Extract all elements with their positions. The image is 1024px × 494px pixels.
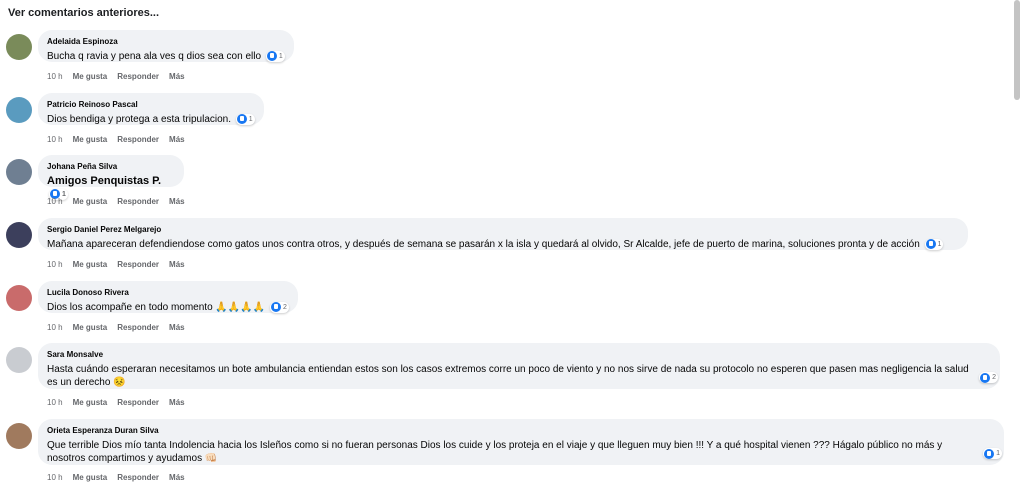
comment-bubble: Sara Monsalve Hasta cuándo esperaran nec…	[38, 343, 1000, 389]
like-button[interactable]: Me gusta	[73, 398, 108, 407]
like-button[interactable]: Me gusta	[73, 260, 108, 269]
like-button[interactable]: Me gusta	[73, 323, 108, 332]
like-icon	[271, 302, 282, 313]
comment-author[interactable]: Patricio Reinoso Pascal	[47, 100, 255, 110]
avatar[interactable]	[6, 97, 32, 123]
avatar[interactable]	[6, 159, 32, 185]
comment-bubble: Sergio Daniel Perez Melgarejo Mañana apa…	[38, 218, 968, 250]
reply-button[interactable]: Responder	[117, 473, 159, 482]
more-button[interactable]: Más	[169, 323, 185, 332]
comment-text: Hasta cuándo esperaran necesitamos un bo…	[47, 364, 969, 388]
comment-bubble: Patricio Reinoso Pascal Dios bendiga y p…	[38, 93, 264, 125]
reaction-count: 1	[996, 450, 1000, 457]
like-button[interactable]: Me gusta	[73, 135, 108, 144]
reaction-badge[interactable]: 1	[235, 113, 255, 125]
comment-actions: 10 h Me gusta Responder Más	[47, 398, 185, 407]
avatar[interactable]	[6, 423, 32, 449]
comment-actions: 10 h Me gusta Responder Más	[47, 197, 185, 206]
scrollbar[interactable]	[1014, 0, 1020, 100]
like-button[interactable]: Me gusta	[73, 197, 108, 206]
reply-button[interactable]: Responder	[117, 135, 159, 144]
comment-text: Mañana apareceran defendiendose como gat…	[47, 238, 944, 250]
comment-time[interactable]: 10 h	[47, 135, 63, 144]
comment-text: Bucha q ravia y pena ala ves q dios sea …	[47, 50, 285, 62]
like-icon	[925, 239, 936, 250]
more-button[interactable]: Más	[169, 72, 185, 81]
reaction-badge[interactable]: 1	[265, 50, 285, 62]
comment-actions: 10 h Me gusta Responder Más	[47, 72, 185, 81]
comment-bubble: Lucila Donoso Rivera Dios los acompañe e…	[38, 281, 298, 313]
like-icon	[266, 51, 277, 62]
avatar[interactable]	[6, 34, 32, 60]
reaction-badge[interactable]: 1	[924, 238, 944, 250]
comment-bubble: Johana Peña Silva Amigos Penquistas P. 1	[38, 155, 184, 200]
view-more-comments-link[interactable]: Ver comentarios anteriores...	[8, 7, 159, 19]
comment-time[interactable]: 10 h	[47, 72, 63, 81]
reaction-badge[interactable]: 1	[983, 448, 1002, 459]
reaction-count: 1	[278, 52, 283, 60]
comment-text: Que terrible Dios mío tanta Indolencia h…	[47, 440, 943, 464]
more-button[interactable]: Más	[169, 398, 185, 407]
reaction-count: 2	[283, 303, 287, 311]
comment-author[interactable]: Adelaida Espinoza	[47, 37, 285, 47]
avatar[interactable]	[6, 222, 32, 248]
reaction-badge[interactable]: 2	[979, 372, 998, 383]
more-button[interactable]: Más	[169, 473, 185, 482]
like-button[interactable]: Me gusta	[73, 72, 108, 81]
comment-actions: 10 h Me gusta Responder Más	[47, 260, 185, 269]
comment-time[interactable]: 10 h	[47, 260, 63, 269]
comment-time[interactable]: 10 h	[47, 473, 63, 482]
like-button[interactable]: Me gusta	[73, 473, 108, 482]
reply-button[interactable]: Responder	[117, 323, 159, 332]
comment-author[interactable]: Sergio Daniel Perez Melgarejo	[47, 225, 959, 235]
comment-text: Dios bendiga y protega a esta tripulacio…	[47, 113, 255, 125]
comment-time[interactable]: 10 h	[47, 323, 63, 332]
reaction-count: 1	[248, 115, 253, 123]
reaction-count: 2	[992, 374, 996, 381]
comment-author[interactable]: Johana Peña Silva	[47, 162, 175, 172]
comment-author[interactable]: Lucila Donoso Rivera	[47, 288, 289, 298]
avatar[interactable]	[6, 285, 32, 311]
comment-bubble: Adelaida Espinoza Bucha q ravia y pena a…	[38, 30, 294, 62]
comment-author[interactable]: Orieta Esperanza Duran Silva	[47, 426, 995, 436]
like-icon	[980, 372, 991, 383]
comment-actions: 10 h Me gusta Responder Más	[47, 323, 185, 332]
avatar[interactable]	[6, 347, 32, 373]
comment-bubble: Orieta Esperanza Duran Silva Que terribl…	[38, 419, 1004, 465]
comment-text: Dios los acompañe en todo momento 🙏🙏🙏🙏 2	[47, 301, 289, 313]
reply-button[interactable]: Responder	[117, 72, 159, 81]
reply-button[interactable]: Responder	[117, 398, 159, 407]
more-button[interactable]: Más	[169, 260, 185, 269]
like-icon	[236, 114, 247, 125]
comment-actions: 10 h Me gusta Responder Más	[47, 473, 185, 482]
comment-time[interactable]: 10 h	[47, 398, 63, 407]
more-button[interactable]: Más	[169, 197, 185, 206]
reply-button[interactable]: Responder	[117, 197, 159, 206]
reaction-badge[interactable]: 2	[270, 301, 289, 313]
reaction-count: 1	[937, 240, 942, 248]
comment-author[interactable]: Sara Monsalve	[47, 350, 991, 360]
like-icon	[984, 448, 995, 459]
more-button[interactable]: Más	[169, 135, 185, 144]
reply-button[interactable]: Responder	[117, 260, 159, 269]
comment-time[interactable]: 10 h	[47, 197, 63, 206]
comment-actions: 10 h Me gusta Responder Más	[47, 135, 185, 144]
